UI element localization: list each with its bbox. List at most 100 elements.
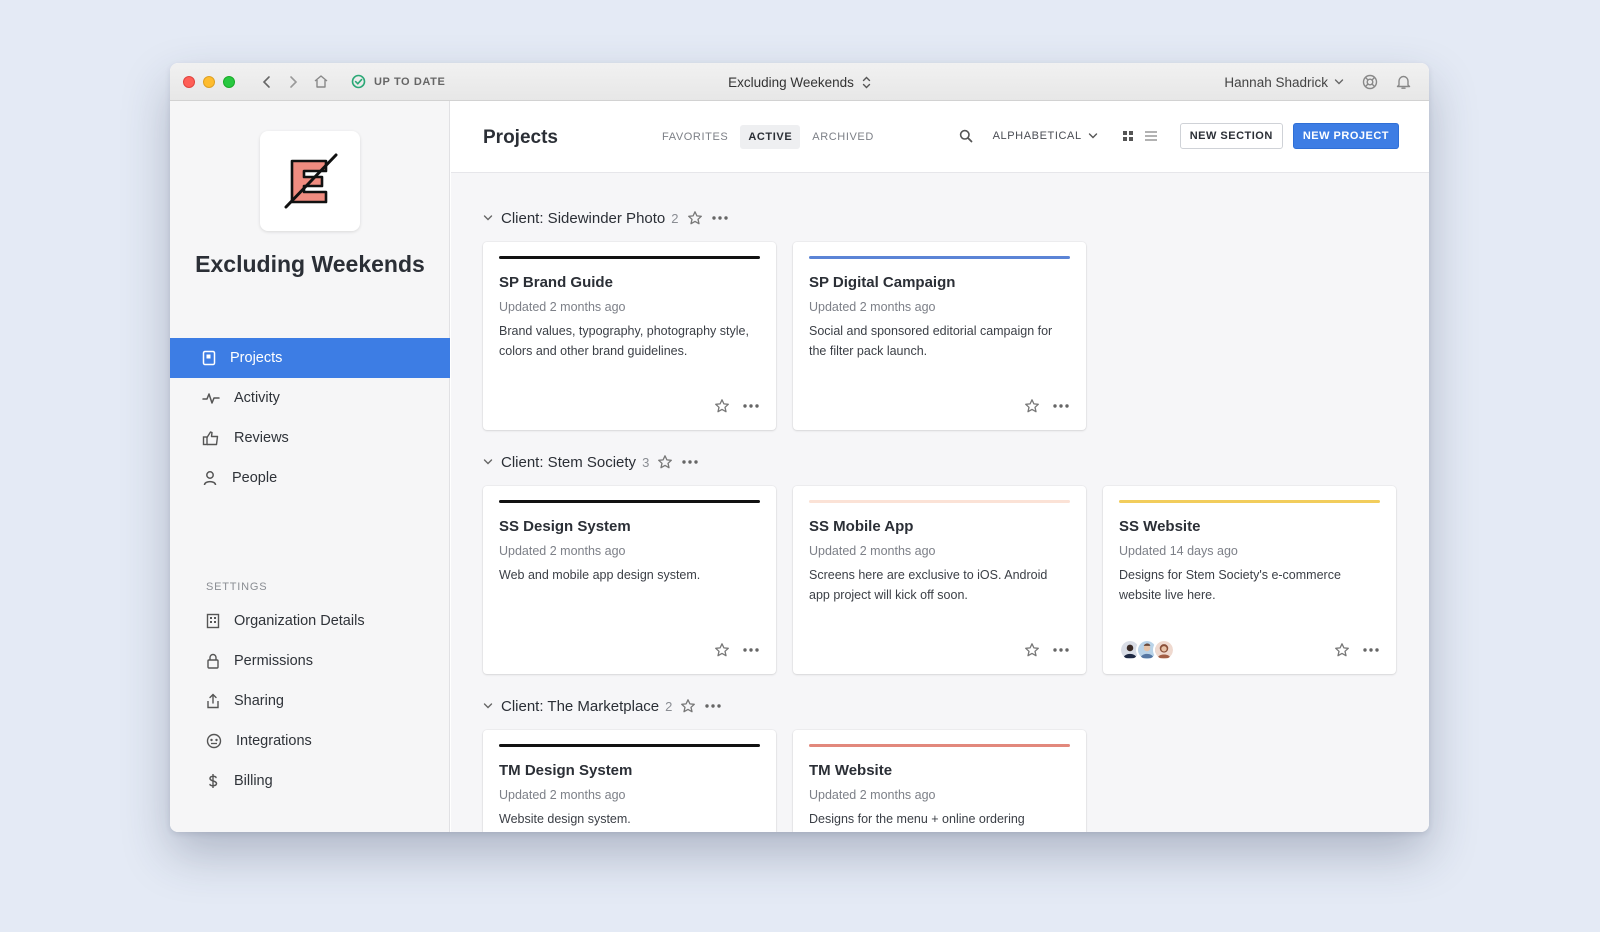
main-area: Projects FAVORITES ACTIVE ARCHIVED ALPHA… [451,101,1429,832]
star-icon[interactable] [680,698,696,714]
project-card[interactable]: SS Website Updated 14 days ago Designs f… [1103,486,1396,674]
chevron-down-icon[interactable] [483,214,493,222]
sidebar: Excluding Weekends Projects Activity Rev… [170,101,450,832]
tab-favorites[interactable]: FAVORITES [654,125,736,149]
star-icon[interactable] [1024,398,1040,414]
app-window: UP TO DATE Excluding Weekends Hannah Sha… [170,63,1429,832]
project-updated: Updated 2 months ago [499,544,626,558]
project-card[interactable]: SS Design System Updated 2 months ago We… [483,486,776,674]
building-icon [206,613,220,629]
project-description: Screens here are exclusive to iOS. Andro… [809,568,1048,602]
minimize-window-button[interactable] [203,75,215,88]
new-project-button[interactable]: NEW PROJECT [1292,123,1399,149]
project-card[interactable]: SP Brand Guide Updated 2 months ago Bran… [483,242,776,430]
project-cards: SP Brand Guide Updated 2 months ago Bran… [483,242,1086,430]
card-color-bar [499,256,760,259]
chevron-down-icon [1334,79,1344,85]
grid-view-icon[interactable] [1122,130,1134,142]
more-icon[interactable] [1052,403,1070,409]
org-logo-icon [284,153,338,209]
person-icon [203,471,217,486]
window-title-text[interactable]: Excluding Weekends [728,75,854,90]
project-cards: TM Design System Updated 2 months ago We… [483,730,1086,832]
section-name[interactable]: Client: Stem Society [501,454,636,471]
zoom-window-button[interactable] [223,75,235,88]
sort-label: ALPHABETICAL [992,130,1082,142]
more-icon[interactable] [681,459,699,465]
help-icon[interactable] [1362,74,1378,90]
section-header: Client: Sidewinder Photo 2 [483,206,729,230]
chevron-down-icon [1088,133,1097,139]
project-card[interactable]: TM Design System Updated 2 months ago We… [483,730,776,832]
project-updated: Updated 2 months ago [809,300,936,314]
header-actions: ALPHABETICAL NEW SECTION NEW PROJECT [959,123,1399,149]
project-title: SS Mobile App [809,518,914,535]
project-title: SS Website [1119,518,1201,535]
settings-item-organization-details[interactable]: Organization Details [170,601,450,641]
sync-status-label: UP TO DATE [374,75,446,88]
forward-button[interactable] [287,75,299,89]
home-button[interactable] [313,74,329,89]
settings-item-sharing[interactable]: Sharing [170,681,450,721]
tab-archived[interactable]: ARCHIVED [804,125,882,149]
project-card[interactable]: SS Mobile App Updated 2 months ago Scree… [793,486,1086,674]
project-section-sidewinder-photo: Client: Sidewinder Photo 2 SP Brand Guid… [483,206,1086,430]
chevron-right-icon [290,75,298,88]
sidebar-item-people[interactable]: People [170,458,450,498]
chevron-down-icon[interactable] [483,458,493,466]
card-actions [1024,642,1070,658]
project-description: Brand values, typography, photography st… [499,324,749,358]
more-icon[interactable] [1362,647,1380,653]
settings-item-billing[interactable]: Billing [170,761,450,801]
collaborator-avatars[interactable] [1119,639,1175,661]
project-card[interactable]: TM Website Updated 2 months ago Designs … [793,730,1086,832]
settings-item-integrations[interactable]: Integrations [170,721,450,761]
card-actions [1334,642,1380,658]
card-color-bar [809,256,1070,259]
settings-item-label: Billing [234,773,273,789]
star-icon[interactable] [1024,642,1040,658]
tab-active[interactable]: ACTIVE [740,125,801,149]
project-updated: Updated 2 months ago [499,300,626,314]
more-icon[interactable] [742,647,760,653]
settings-nav: Organization Details Permissions Sharing… [170,601,450,801]
star-icon[interactable] [714,398,730,414]
search-icon[interactable] [959,129,973,143]
sort-dropdown[interactable]: ALPHABETICAL [993,130,1098,142]
more-icon[interactable] [711,215,729,221]
settings-item-label: Permissions [234,653,313,669]
org-logo[interactable] [260,131,360,231]
settings-item-permissions[interactable]: Permissions [170,641,450,681]
projects-icon [202,350,216,366]
dollar-icon [209,774,218,788]
up-down-chevron-icon[interactable] [862,75,871,90]
section-name[interactable]: Client: The Marketplace [501,698,659,715]
project-section-stem-society: Client: Stem Society 3 SS Design System … [483,450,1396,674]
star-icon[interactable] [657,454,673,470]
bell-icon[interactable] [1396,74,1411,90]
back-button[interactable] [261,75,273,89]
chevron-down-icon[interactable] [483,702,493,710]
list-view-icon[interactable] [1144,130,1158,142]
more-icon[interactable] [742,403,760,409]
window-controls [183,75,235,88]
card-color-bar [499,744,760,747]
section-name[interactable]: Client: Sidewinder Photo [501,210,665,227]
star-icon[interactable] [714,642,730,658]
sidebar-item-projects[interactable]: Projects [170,338,450,378]
settings-item-label: Organization Details [234,613,365,629]
settings-heading: SETTINGS [206,581,268,593]
new-section-button[interactable]: NEW SECTION [1179,123,1283,149]
project-card[interactable]: SP Digital Campaign Updated 2 months ago… [793,242,1086,430]
close-window-button[interactable] [183,75,195,88]
sidebar-item-reviews[interactable]: Reviews [170,418,450,458]
star-icon[interactable] [1334,642,1350,658]
project-title: TM Design System [499,762,633,779]
more-icon[interactable] [1052,647,1070,653]
user-menu[interactable]: Hannah Shadrick [1224,75,1344,90]
star-icon[interactable] [687,210,703,226]
activity-icon [202,393,220,404]
sidebar-item-activity[interactable]: Activity [170,378,450,418]
check-circle-icon [351,74,366,89]
more-icon[interactable] [704,703,722,709]
